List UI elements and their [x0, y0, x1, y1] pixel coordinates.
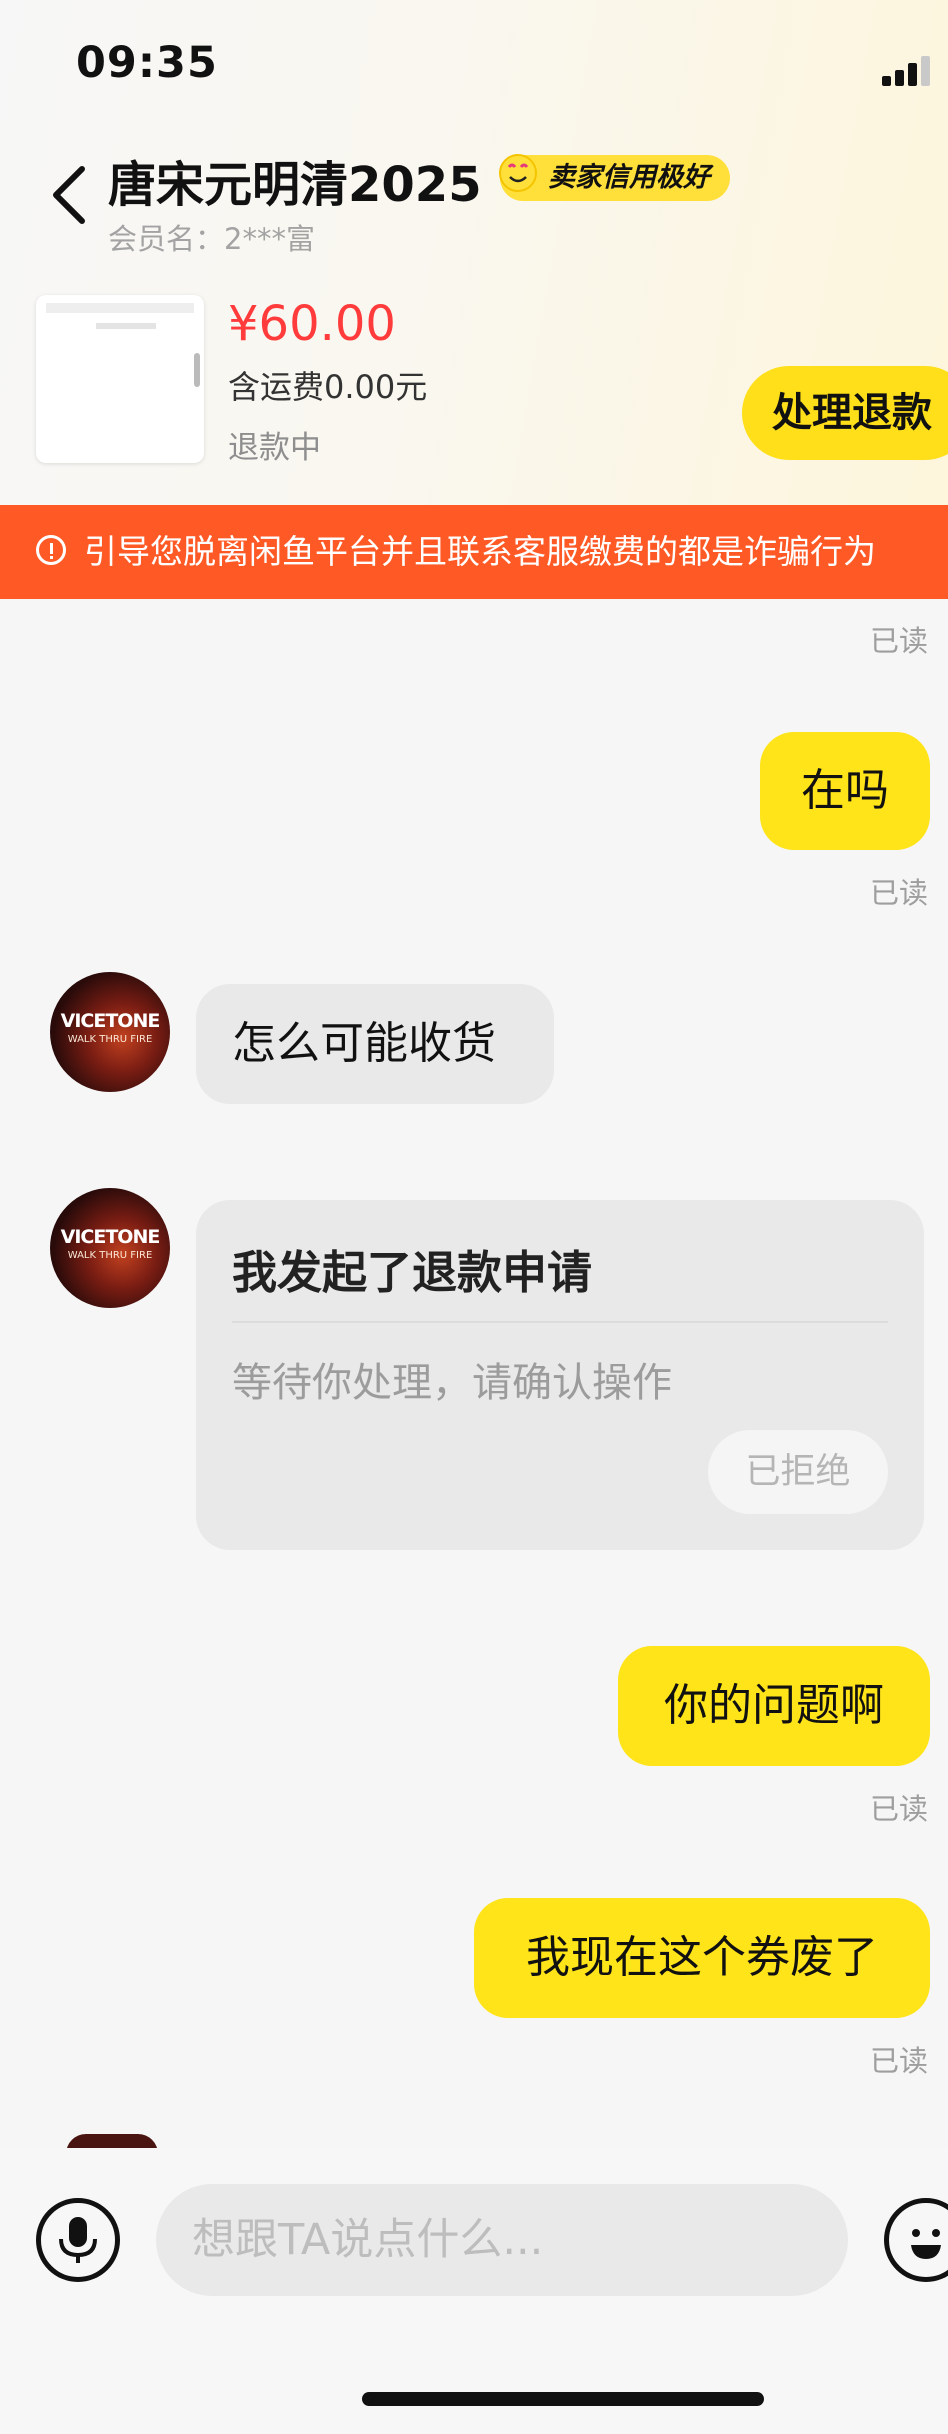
- signal-icon: [882, 56, 936, 86]
- refund-request-card[interactable]: 我发起了退款申请 等待你处理，请确认操作 已拒绝: [196, 1200, 924, 1550]
- fraud-warning-banner: 引导您脱离闲鱼平台并且联系客服缴费的都是诈骗行为: [0, 505, 948, 599]
- avatar[interactable]: VICETONE WALK THRU FIRE: [50, 1188, 170, 1308]
- message-bubble-in[interactable]: 怎么可能收货: [196, 984, 554, 1104]
- seller-credit-badge: 卖家信用极好: [499, 154, 730, 201]
- avatar-sub-text: WALK THRU FIRE: [67, 1250, 153, 1261]
- status-time: 09:35: [76, 38, 218, 88]
- read-receipt: 已读: [870, 1792, 929, 1826]
- avatar-brand-text: VICETONE: [60, 1010, 161, 1032]
- smile-face-icon: [499, 154, 537, 192]
- message-bubble-out[interactable]: 你的问题啊: [618, 1646, 930, 1766]
- microphone-icon[interactable]: [36, 2198, 120, 2282]
- read-receipt: 已读: [870, 876, 929, 910]
- divider: [232, 1321, 888, 1323]
- message-bubble-out[interactable]: 在吗: [760, 732, 930, 850]
- warning-text: 引导您脱离闲鱼平台并且联系客服缴费的都是诈骗行为: [84, 532, 876, 571]
- process-refund-button[interactable]: 处理退款: [742, 366, 948, 460]
- order-status: 退款中: [228, 430, 321, 466]
- avatar[interactable]: VICETONE WALK THRU FIRE: [50, 972, 170, 1092]
- product-thumbnail[interactable]: [36, 295, 204, 463]
- avatar-sub-text: WALK THRU FIRE: [67, 1034, 153, 1045]
- shipping-info: 含运费0.00元: [228, 368, 428, 406]
- back-chevron-icon[interactable]: [50, 165, 90, 225]
- member-name: 会员名：2***富: [108, 222, 315, 256]
- read-receipt: 已读: [870, 2044, 929, 2078]
- home-indicator: [362, 2392, 764, 2406]
- message-input[interactable]: 想跟TA说点什么...: [156, 2184, 848, 2296]
- emoji-icon[interactable]: [884, 2198, 948, 2282]
- refund-card-description: 等待你处理，请确认操作: [232, 1360, 672, 1406]
- refund-card-title: 我发起了退款申请: [232, 1246, 593, 1299]
- product-price: ¥60.00: [228, 296, 396, 352]
- warning-icon: [36, 535, 66, 565]
- rejected-button[interactable]: 已拒绝: [708, 1430, 888, 1514]
- read-receipt: 已读: [870, 624, 929, 658]
- avatar-brand-text: VICETONE: [60, 1226, 161, 1248]
- message-bubble-out[interactable]: 我现在这个券废了: [474, 1898, 930, 2018]
- badge-label: 卖家信用极好: [548, 162, 710, 193]
- page-title: 唐宋元明清2025: [108, 157, 482, 213]
